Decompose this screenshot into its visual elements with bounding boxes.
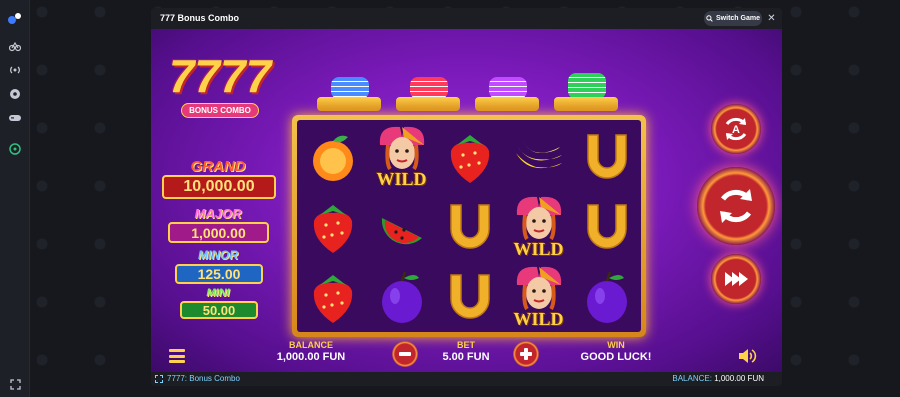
fullscreen-icon[interactable] <box>7 376 23 392</box>
balance-label: BALANCE <box>289 340 333 350</box>
symbol-banana-icon <box>506 123 572 192</box>
spin-button[interactable] <box>697 167 775 245</box>
window-header: 777 Bonus Combo Switch Game ✕ <box>151 8 782 29</box>
symbol-joker-wild: WILD <box>369 123 435 192</box>
logo-subtitle: BONUS COMBO <box>181 103 259 118</box>
symbol-strawberry-icon <box>300 193 366 262</box>
wild-label: WILD <box>513 309 564 329</box>
mini-label: MINI <box>206 287 230 299</box>
symbol-strawberry-icon <box>437 123 503 192</box>
turbo-button[interactable] <box>711 254 761 304</box>
minor-label: MINOR <box>198 248 238 262</box>
minus-icon <box>399 352 411 356</box>
autoplay-icon: A <box>725 117 747 141</box>
chip-stack-red <box>396 77 460 117</box>
joker-icon <box>510 193 568 243</box>
minor-value: 125.00 <box>175 264 263 284</box>
symbol-strawberry-icon <box>300 263 366 332</box>
expand-icon[interactable] <box>155 374 163 383</box>
chip-stack-purple <box>475 77 539 117</box>
gamepad-icon[interactable] <box>7 110 23 126</box>
spin-icon <box>720 189 752 223</box>
reel-grid: WILD WILD WILD <box>297 120 641 332</box>
wild-label: WILD <box>513 239 564 259</box>
symbol-plum-icon <box>369 263 435 332</box>
footer-game-name: 7777: Bonus Combo <box>155 374 240 383</box>
mini-value: 50.00 <box>180 301 258 319</box>
bet-value: 5.00 FUN <box>442 351 490 363</box>
casino-icon[interactable] <box>7 141 23 157</box>
game-logo: 7777 BONUS COMBO <box>163 50 277 127</box>
footer-balance: BALANCE: 1,000.00 FUN <box>672 374 764 383</box>
footer-balance-value: 1,000.00 FUN <box>714 374 764 383</box>
wild-label: WILD <box>376 169 427 189</box>
footer-balance-label: BALANCE: <box>672 374 712 383</box>
autoplay-letter: A <box>732 124 740 136</box>
joker-icon <box>510 263 568 313</box>
bet-label: BET <box>457 340 475 350</box>
bet-decrease-button[interactable] <box>392 341 418 367</box>
symbol-joker-wild: WILD <box>506 193 572 262</box>
symbol-joker-wild: WILD <box>506 263 572 332</box>
reel-frame: WILD WILD WILD <box>292 115 646 337</box>
live-broadcast-icon[interactable] <box>7 62 23 78</box>
logo-number: 7777 <box>168 50 272 102</box>
symbol-horseshoe-icon <box>437 193 503 262</box>
sports-icon[interactable] <box>7 38 23 54</box>
grand-label: GRAND <box>190 158 246 175</box>
site-logo-icon[interactable] <box>7 10 23 26</box>
joker-icon <box>373 123 431 173</box>
win-value: GOOD LUCK! <box>580 351 652 363</box>
major-value: 1,000.00 <box>168 222 269 243</box>
switch-game-button[interactable]: Switch Game <box>704 11 762 26</box>
game-canvas: 7777 BONUS COMBO GRAND 10,000.00 MAJOR 1… <box>151 29 782 372</box>
footer-game-title: 7777: Bonus Combo <box>167 374 240 383</box>
symbol-plum-icon <box>574 263 640 332</box>
window-title: 777 Bonus Combo <box>160 13 240 23</box>
close-icon[interactable]: ✕ <box>765 12 778 25</box>
soccer-ball-icon[interactable] <box>7 86 23 102</box>
fast-forward-icon <box>725 272 748 286</box>
symbol-watermelon-icon <box>369 193 435 262</box>
menu-icon[interactable] <box>169 349 185 363</box>
plus-icon <box>520 348 532 360</box>
balance-value: 1,000.00 FUN <box>276 351 346 363</box>
sound-icon[interactable] <box>737 348 757 369</box>
symbol-horseshoe-icon <box>574 193 640 262</box>
search-icon <box>706 15 713 22</box>
major-label: MAJOR <box>194 206 242 221</box>
win-label: WIN <box>607 340 625 350</box>
window-footer: 7777: Bonus Combo BALANCE: 1,000.00 FUN <box>151 372 782 386</box>
left-sidebar: › <box>0 0 33 397</box>
grand-value: 10,000.00 <box>162 175 276 199</box>
symbol-horseshoe-icon <box>574 123 640 192</box>
game-window: 777 Bonus Combo Switch Game ✕ 7777 BONUS… <box>151 8 782 386</box>
autoplay-button[interactable]: A <box>711 104 761 154</box>
chip-stack-green <box>554 73 618 117</box>
bet-increase-button[interactable] <box>513 341 539 367</box>
chip-stack-blue <box>317 77 381 117</box>
symbol-horseshoe-icon <box>437 263 503 332</box>
symbol-orange-icon <box>300 123 366 192</box>
switch-game-label: Switch Game <box>716 15 760 22</box>
